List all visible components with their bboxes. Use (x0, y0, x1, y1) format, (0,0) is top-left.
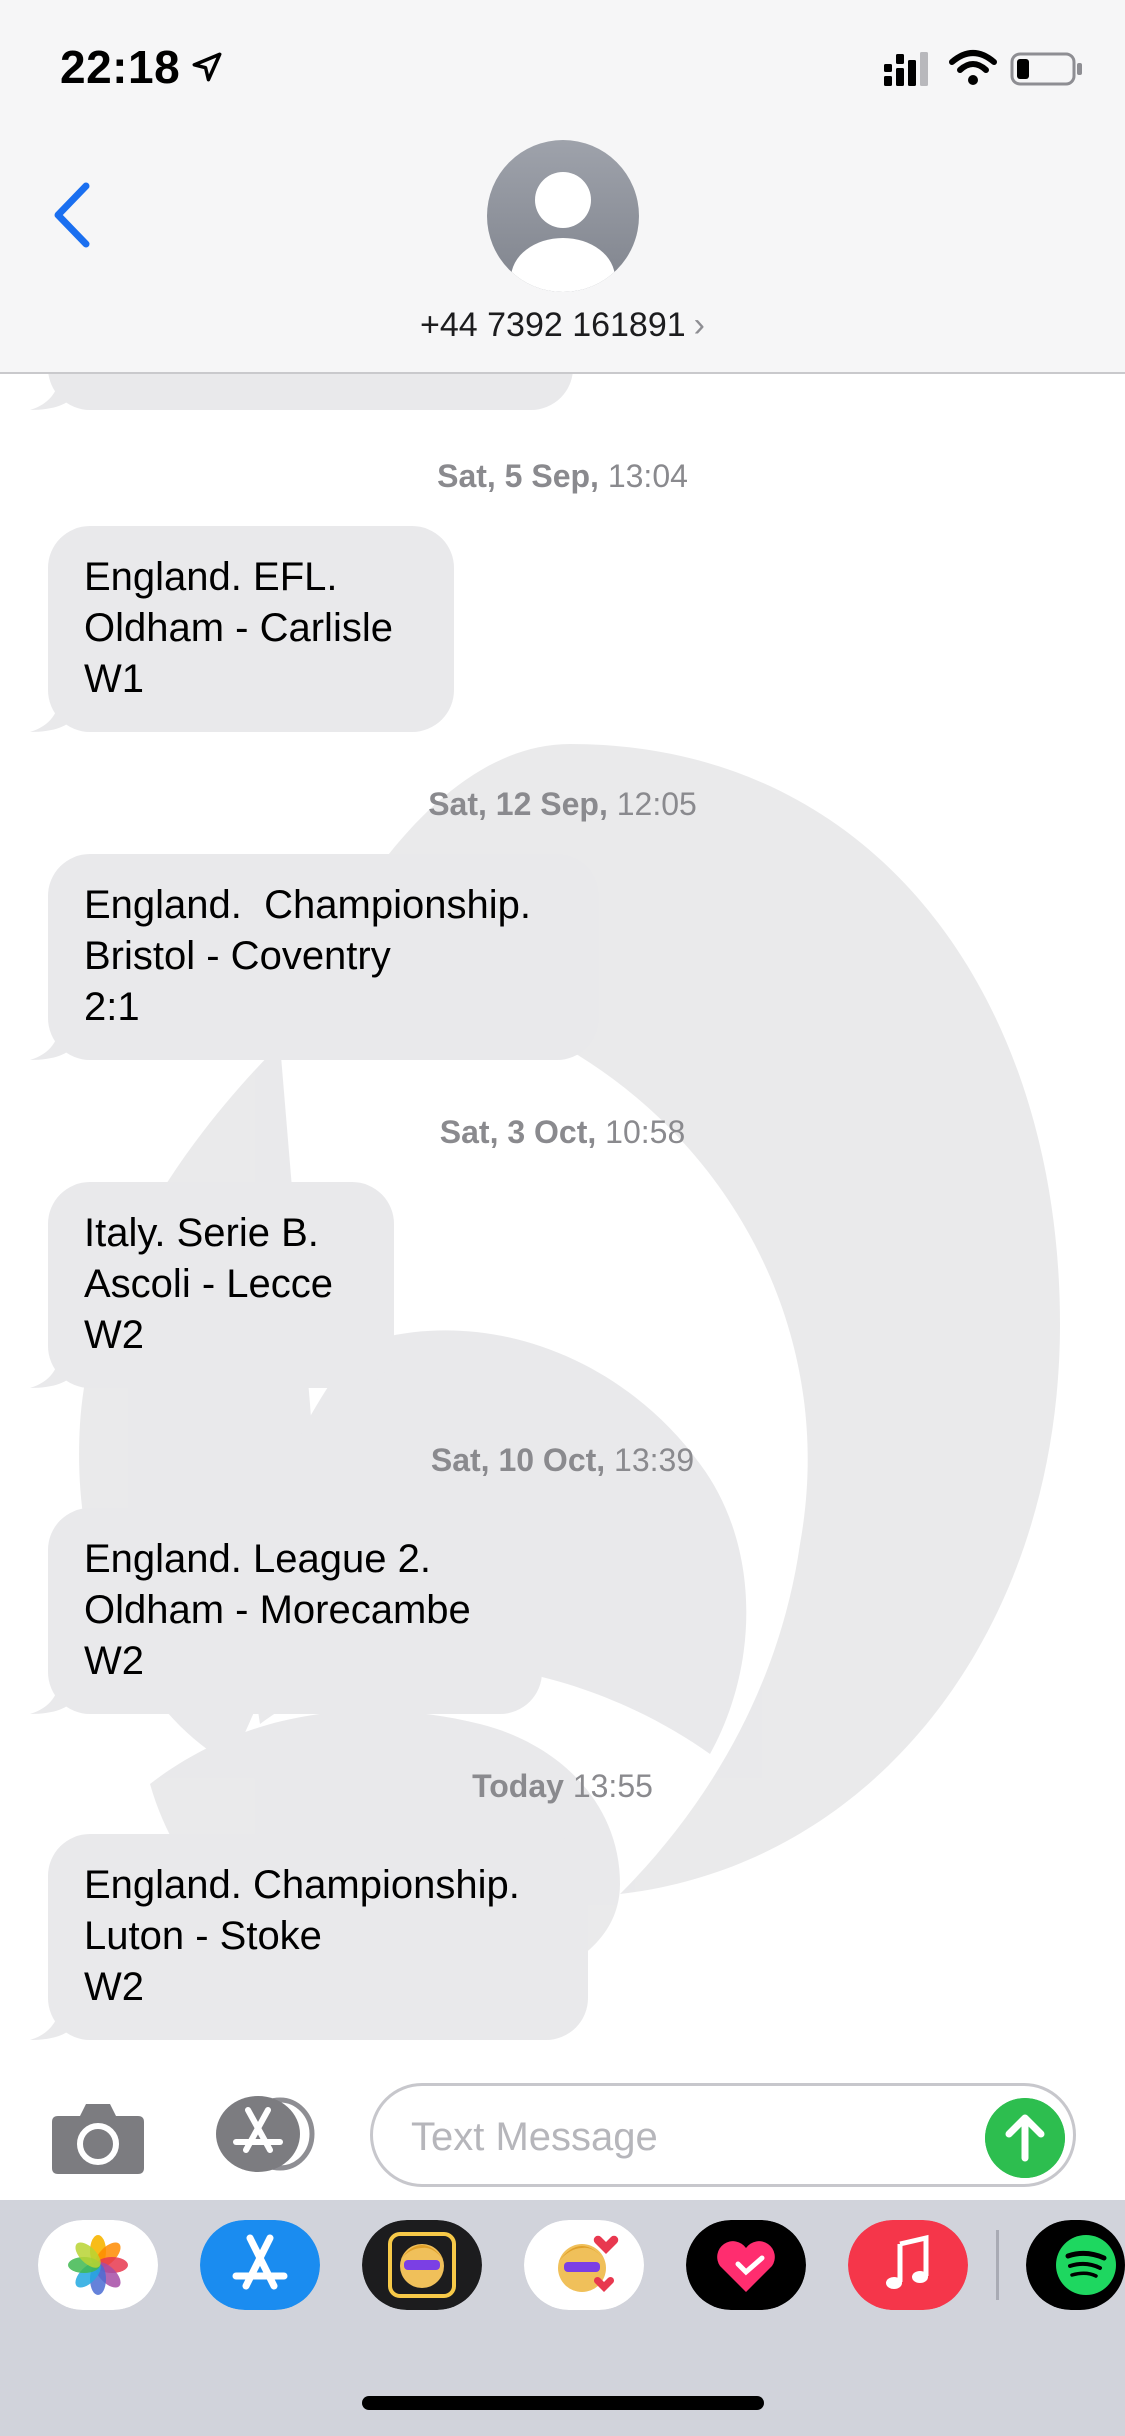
message-line: England. League 2. (84, 1537, 431, 1581)
bubble-tail (30, 374, 74, 410)
message-timestamp: Sat, 12 Sep, 12:05 (428, 786, 697, 822)
wifi-icon (949, 50, 997, 85)
contact-number: +44 7392 161891 (420, 306, 686, 344)
message-line: W2 (84, 1965, 144, 2009)
cellular-signal-icon (884, 52, 928, 86)
message-timestamp: Sat, 10 Oct, 13:39 (430, 1442, 695, 1478)
message-bubble[interactable]: England. EFL. Oldham - Carlisle W1 (30, 526, 454, 732)
person-silhouette-icon[interactable] (487, 140, 639, 292)
message-line: Ascoli - Lecce (84, 1262, 333, 1306)
home-indicator[interactable] (362, 2396, 764, 2410)
app-drawer-divider (996, 2230, 999, 2300)
chevron-right-icon: › (693, 306, 705, 344)
photos-app-icon[interactable] (38, 2220, 158, 2310)
app-store-icon[interactable] (208, 2094, 318, 2174)
bubble-tail (30, 1348, 74, 1388)
message-bubble[interactable]: England. Championship. Bristol - Coventr… (30, 854, 599, 1060)
message-input-field[interactable] (370, 2083, 1076, 2187)
memoji-app-icon[interactable] (362, 2220, 482, 2310)
message-line: Italy. Serie B. (84, 1211, 319, 1255)
battery-icon (1010, 52, 1082, 86)
conversation-header: 22:18 +44 7392 161891 › (0, 0, 1125, 374)
send-arrow-icon[interactable] (985, 2098, 1065, 2178)
message-line: England. EFL. (84, 555, 338, 599)
bubble-tail (30, 1674, 74, 1714)
message-line: England. Championship. (84, 883, 531, 927)
bubble-tail (30, 692, 74, 732)
message-timestamp: Sat, 3 Oct, 10:58 (439, 1114, 686, 1150)
message-line: Oldham - Carlisle (84, 606, 393, 650)
message-line: W2 (84, 1639, 144, 1683)
message-line: W1 (84, 657, 144, 701)
message-line: Bristol - Coventry (84, 934, 391, 978)
memoji-stickers-app-icon[interactable] (524, 2220, 644, 2310)
text-message-input[interactable] (409, 2106, 973, 2168)
message-timestamp: Sat, 5 Sep, 13:04 (437, 458, 688, 494)
location-arrow-icon (192, 52, 222, 82)
camera-icon[interactable] (50, 2098, 146, 2176)
chevron-left-icon[interactable] (48, 180, 94, 250)
message-list[interactable]: Sat, 5 Sep, 13:04 England. EFL. Oldham -… (0, 374, 1125, 2084)
music-app-icon[interactable] (848, 2220, 968, 2310)
status-time: 22:18 (60, 41, 181, 93)
app-store-app-icon[interactable] (200, 2220, 320, 2310)
message-bubble-partial[interactable] (30, 374, 573, 410)
spotify-app-icon[interactable] (1026, 2220, 1125, 2310)
message-timestamp: Today 13:55 (472, 1768, 653, 1804)
bubble-tail (30, 2000, 74, 2040)
message-line: 2:1 (84, 985, 140, 1029)
message-bubble[interactable]: England. League 2. Oldham - Morecambe W2 (30, 1508, 542, 1714)
message-line: Luton - Stoke (84, 1914, 322, 1958)
digital-touch-app-icon[interactable] (686, 2220, 806, 2310)
message-line: W2 (84, 1313, 144, 1357)
message-bubble[interactable]: Italy. Serie B. Ascoli - Lecce W2 (30, 1182, 394, 1388)
message-line: England. Championship. (84, 1863, 520, 1907)
message-line: Oldham - Morecambe (84, 1588, 471, 1632)
contact-name-button[interactable]: +44 7392 161891 › (0, 306, 1125, 345)
bubble-tail (30, 1020, 74, 1060)
message-bubble[interactable]: England. Championship. Luton - Stoke W2 (30, 1834, 588, 2040)
